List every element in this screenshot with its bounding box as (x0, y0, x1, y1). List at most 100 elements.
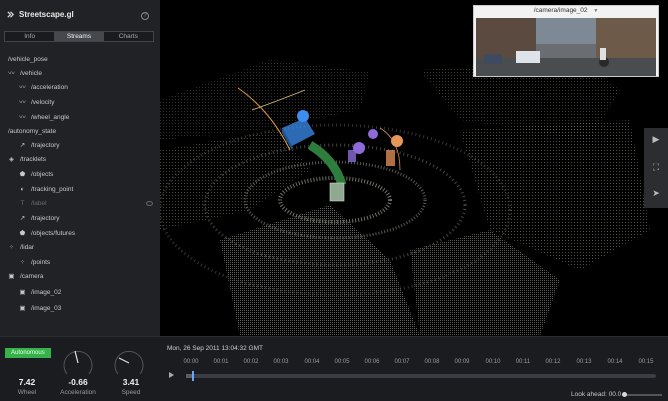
camera-title-row[interactable]: /camera/image_02 ▼ (474, 7, 658, 14)
tick-label: 00:09 (454, 359, 470, 365)
stream-label: /lidar (20, 243, 35, 251)
tab-charts[interactable]: Charts (103, 32, 153, 41)
polyline-icon: ↗ (19, 141, 26, 149)
stream-label: /velocity (31, 98, 55, 106)
tick-label: 00:01 (213, 359, 229, 365)
acceleration-gauge (63, 350, 93, 375)
camera-title: /camera/image_02 (533, 7, 588, 14)
lookahead-slider[interactable] (622, 394, 662, 396)
tick-label: 00:08 (424, 359, 440, 365)
bus-marker-icon (297, 110, 309, 122)
stream-item-label[interactable]: T /label (19, 197, 47, 209)
speed-gauge (114, 350, 144, 375)
line-chart-icon: 〰 (19, 113, 26, 121)
tick-label: 00:02 (243, 359, 259, 365)
speed-label: Speed (121, 389, 141, 396)
hidden-eye-icon[interactable] (146, 201, 153, 206)
fit-view-icon[interactable]: ⛶ (649, 160, 663, 174)
camera-icon: ▣ (19, 304, 26, 312)
stream-item-tracklets[interactable]: ◈ /tracklets (8, 153, 46, 165)
stream-item-wheel-angle[interactable]: 〰 /wheel_angle (19, 111, 69, 123)
stream-label: /label (31, 199, 47, 207)
playback-handle[interactable] (191, 371, 194, 381)
stream-label: /objects/futures (31, 229, 76, 237)
stream-item-camera[interactable]: ▣ /camera (8, 270, 43, 282)
ego-vehicle (329, 182, 345, 202)
chevron-down-icon[interactable]: ▼ (593, 8, 598, 14)
tab-streams[interactable]: Streams (54, 32, 104, 41)
stream-item-velocity[interactable]: 〰 /velocity (19, 96, 54, 108)
current-timestamp: Mon, 26 Sep 2011 13:04:32 GMT (167, 345, 263, 352)
points-icon: ⁘ (19, 258, 26, 266)
help-circle-icon[interactable]: ? (141, 12, 149, 20)
acceleration-value: -0.66 (68, 377, 88, 387)
stream-item-objects[interactable]: ⬟ /objects (19, 168, 54, 180)
tick-label: 00:10 (485, 359, 501, 365)
stream-label: /objects (31, 170, 54, 178)
stream-label: /camera (20, 272, 44, 280)
tab-info[interactable]: Info (5, 32, 55, 41)
tick-label: 00:07 (394, 359, 410, 365)
stream-item-points[interactable]: ⁘ /points (19, 256, 50, 268)
tick-label: 00:04 (304, 359, 320, 365)
tick-label: 00:13 (576, 359, 592, 365)
pedestrian-marker-icon (353, 142, 365, 154)
stream-label: /tracking_point (31, 185, 74, 193)
app-brand: Streetscape.gl (6, 10, 74, 19)
tick-label: 00:00 (183, 359, 199, 365)
line-chart-icon: 〰 (19, 83, 26, 91)
stream-label: /trajectory (31, 141, 60, 149)
lookahead-label: Look ahead: 00.0 (571, 391, 622, 398)
stream-label: /acceleration (31, 83, 68, 91)
polygon-icon: ⬟ (19, 170, 26, 178)
tick-label: 00:03 (273, 359, 289, 365)
stream-label: /wheel_angle (31, 113, 70, 121)
stream-item-tracking-point[interactable]: ◐ /tracking_point (19, 183, 74, 195)
acceleration-label: Acceleration (60, 389, 96, 396)
camera-panel: /camera/image_02 ▼ (473, 5, 659, 77)
points-icon: ⁘ (8, 243, 15, 251)
stream-item-trajectory[interactable]: ↗ /trajectory (19, 139, 60, 151)
tick-label: 00:06 (364, 359, 380, 365)
tick-label: 00:15 (638, 359, 654, 365)
stream-item-lidar[interactable]: ⁘ /lidar (8, 241, 34, 253)
lookahead-handle[interactable] (622, 392, 627, 397)
view-toolbar: ▶ ⛶ ➤ (644, 128, 668, 208)
stream-item-vehicle[interactable]: 〰 /vehicle (8, 67, 42, 79)
stream-label: /image_02 (31, 288, 62, 296)
sidebar-tabs: Info Streams Charts (4, 31, 154, 42)
stream-item-image-03[interactable]: ▣ /image_03 (19, 302, 61, 314)
cube-icon: ◈ (9, 155, 14, 163)
camera-image (476, 18, 656, 76)
play-icon[interactable] (169, 372, 174, 378)
polygon-icon: ⬟ (19, 229, 26, 237)
stream-label: /points (31, 258, 51, 266)
stream-item-acceleration[interactable]: 〰 /acceleration (19, 81, 68, 93)
tick-label: 00:14 (607, 359, 623, 365)
stream-label: /vehicle (20, 69, 43, 77)
autonomy-status-badge: Autonomous (5, 348, 51, 358)
meters-panel: Autonomous 7.42 Wheel -0.66 Acceleration… (0, 336, 160, 401)
circle-icon: ◐ (20, 185, 25, 193)
tick-label: 00:11 (515, 359, 531, 365)
camera-icon[interactable]: ▶ (649, 132, 663, 146)
stream-item-tracklets-trajectory[interactable]: ↗ /trajectory (19, 212, 60, 224)
timeline-panel: Mon, 26 Sep 2011 13:04:32 GMT 00:00 00:0… (160, 336, 668, 401)
locate-arrow-icon[interactable]: ➤ (649, 186, 663, 200)
stream-label: /image_03 (31, 304, 62, 312)
tick-label: 00:12 (545, 359, 561, 365)
stream-item-vehicle-pose[interactable]: /vehicle_pose (8, 53, 48, 65)
speed-value: 3.41 (122, 377, 140, 387)
stream-item-autonomy-state[interactable]: /autonomy_state (8, 125, 56, 137)
wheel-label: Wheel (17, 389, 37, 396)
stream-item-image-02[interactable]: ▣ /image_02 (19, 286, 61, 298)
cyclist-marker-icon (391, 135, 403, 147)
camera-icon: ▣ (8, 272, 15, 280)
line-chart-icon: 〰 (19, 98, 26, 106)
stream-item-objects-futures[interactable]: ⬟ /objects/futures (19, 227, 75, 239)
playback-slider[interactable] (186, 371, 656, 381)
wheel-value: 7.42 (18, 377, 36, 387)
polyline-icon: ↗ (19, 214, 26, 222)
tick-label: 00:05 (334, 359, 350, 365)
streetscape-logo-icon (7, 11, 15, 18)
